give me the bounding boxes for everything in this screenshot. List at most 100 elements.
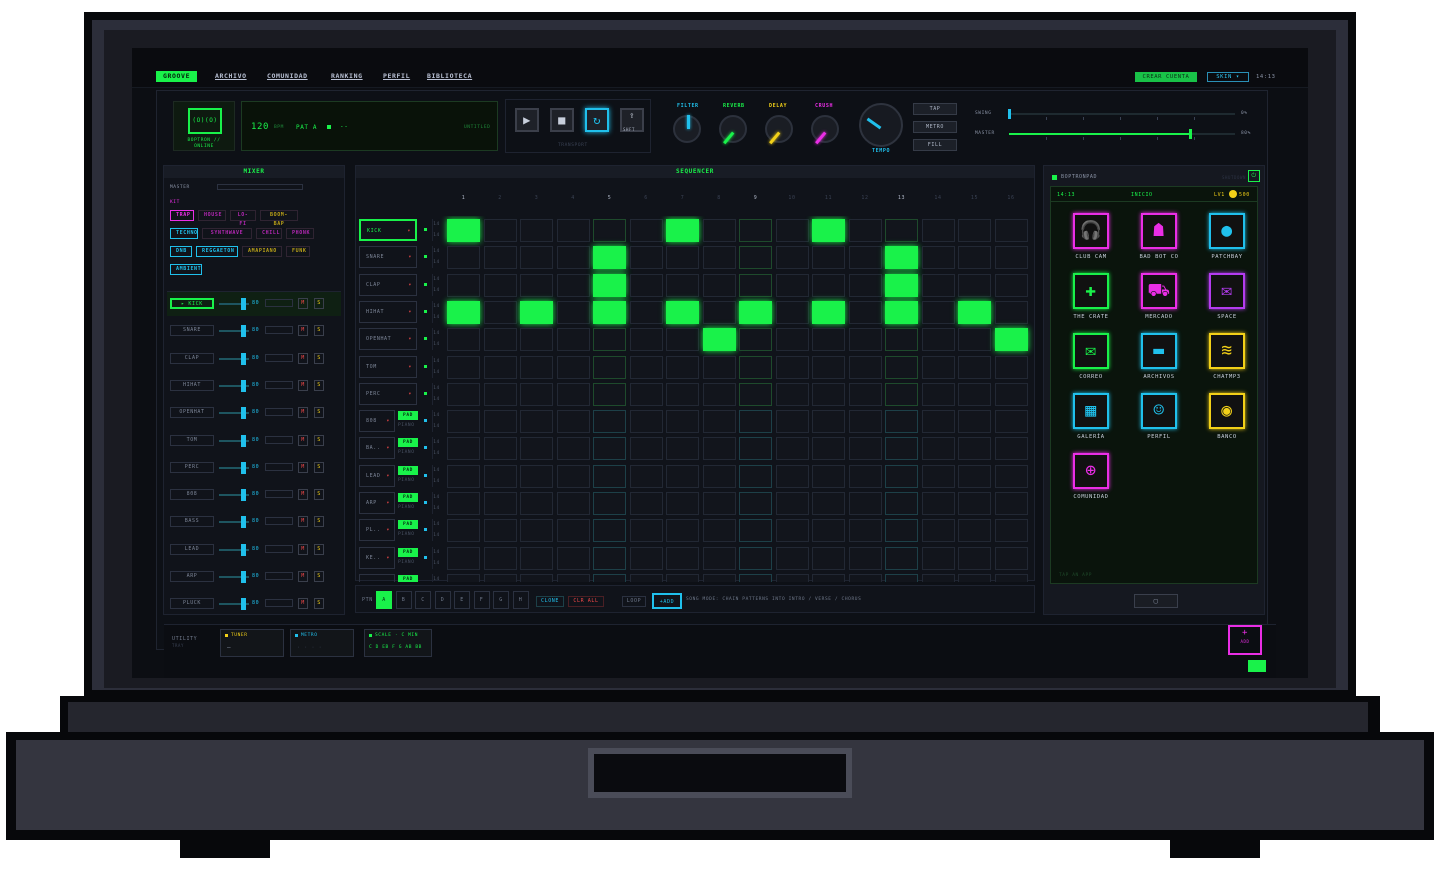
step-cell[interactable] [702,437,736,461]
pad-mode-button[interactable]: PAD [398,411,418,421]
track-label[interactable]: ▾ [359,573,395,582]
step-cell[interactable] [848,546,882,570]
app-club-cam[interactable]: 🎧 CLUB CAM [1059,213,1121,273]
step-cell[interactable] [848,573,882,582]
step-cell[interactable] [775,273,809,297]
pattern-c-button[interactable]: C [415,591,431,609]
step-cell[interactable] [921,437,955,461]
step-cell[interactable] [958,410,991,434]
step-cell[interactable] [812,246,845,270]
step-cell[interactable] [556,328,590,352]
metro-button[interactable]: METRO [913,121,957,133]
channel-fader[interactable] [219,434,249,447]
step-cell[interactable] [812,573,845,582]
step-cell[interactable] [702,546,736,570]
step-cell[interactable] [556,246,590,270]
pattern-h-button[interactable]: H [512,591,529,609]
step-cell[interactable] [483,382,517,406]
step-cell[interactable] [885,355,918,379]
solo-button[interactable]: S [314,516,324,528]
solo-button[interactable]: S [314,489,324,501]
step-cell[interactable] [556,464,590,488]
step-cell[interactable] [593,300,626,324]
step-cell[interactable] [812,546,845,570]
app-patchbay[interactable]: ● PATCHBAY [1195,213,1257,273]
step-cell[interactable] [921,273,955,297]
step-cell[interactable] [483,355,517,379]
step-cell[interactable] [994,300,1028,324]
kit-amapiano[interactable]: AMAPIANO [242,246,282,257]
step-cell[interactable] [483,573,517,582]
step-cell[interactable] [848,464,882,488]
solo-button[interactable]: S [314,325,324,337]
step-cell[interactable] [812,355,845,379]
step-cell[interactable] [958,437,991,461]
app-archivos[interactable]: ▬ ARCHIVOS [1127,333,1189,393]
track-label[interactable]: KE.. ▾ [359,546,395,569]
track-volume[interactable]: 14 14 [432,437,440,460]
trackpad[interactable] [594,754,846,792]
piano-mode-label[interactable]: PIANO [398,560,415,565]
fader-thumb[interactable] [241,352,246,365]
step-cell[interactable] [666,355,699,379]
track-volume[interactable]: 14 14 [432,355,440,378]
slider-thumb[interactable] [1188,129,1192,139]
step-cell[interactable] [921,492,955,515]
step-cell[interactable] [775,300,809,324]
track-label[interactable]: PERC ▾ [359,382,417,405]
nav-archivo[interactable]: ARCHIVO [208,71,254,82]
step-cell[interactable] [812,328,845,352]
app-galer-a[interactable]: ▦ GALERÍA [1059,393,1121,453]
step-cell[interactable] [702,355,736,379]
step-cell[interactable] [520,219,553,242]
step-cell[interactable] [812,219,845,242]
step-cell[interactable] [739,273,772,297]
step-cell[interactable] [593,519,626,543]
mute-button[interactable]: M [298,489,308,501]
loop-toggle-button[interactable]: ↻ [585,108,609,132]
mute-button[interactable]: M [298,407,308,419]
tap-button[interactable]: TAP [913,103,957,115]
step-cell[interactable] [629,246,663,270]
nav-groove[interactable]: GROOVE [156,71,198,82]
fader-thumb[interactable] [241,379,246,392]
kit-lo-fi[interactable]: LO-FI [230,210,256,227]
channel-name[interactable]: CLAP [170,352,214,364]
step-cell[interactable] [739,573,772,582]
step-cell[interactable] [994,437,1028,461]
step-cell[interactable] [520,464,553,488]
step-cell[interactable] [885,300,918,324]
solo-button[interactable]: S [314,379,324,391]
filter-knob[interactable] [673,115,701,143]
app-banco[interactable]: ◉ BANCO [1195,393,1257,453]
step-cell[interactable] [848,300,882,324]
step-cell[interactable] [775,464,809,488]
step-cell[interactable] [812,464,845,488]
channel-fader[interactable] [219,571,249,583]
step-cell[interactable] [520,546,553,570]
step-cell[interactable] [812,437,845,461]
track-volume[interactable]: 14 14 [432,410,440,433]
step-cell[interactable] [739,246,772,270]
skin-dropdown[interactable]: SKIN ▾ [1207,72,1249,82]
step-cell[interactable] [483,519,517,543]
track-label[interactable]: CLAP ▾ [359,273,417,296]
app-perfil[interactable]: ☺ PERFIL [1127,393,1189,453]
channel-fader[interactable] [219,543,249,556]
step-cell[interactable] [593,410,626,434]
step-cell[interactable] [629,519,663,543]
pad-mode-button[interactable]: PAD [398,493,418,502]
reverb-knob[interactable] [719,115,747,145]
solo-button[interactable]: S [314,434,324,446]
step-cell[interactable] [702,328,736,352]
step-cell[interactable] [885,410,918,434]
step-cell[interactable] [994,273,1028,297]
channel-name[interactable]: SNARE [170,325,214,337]
app-mercado[interactable]: ⛟ MERCADO [1127,273,1189,333]
fader-thumb[interactable] [241,489,246,502]
track-volume[interactable]: 14 14 [432,546,440,569]
mute-button[interactable]: M [298,543,308,555]
piano-mode-label[interactable]: PIANO [398,450,415,455]
step-cell[interactable] [593,437,626,461]
app-chatmp3[interactable]: ≋ CHATMP3 [1195,333,1257,393]
